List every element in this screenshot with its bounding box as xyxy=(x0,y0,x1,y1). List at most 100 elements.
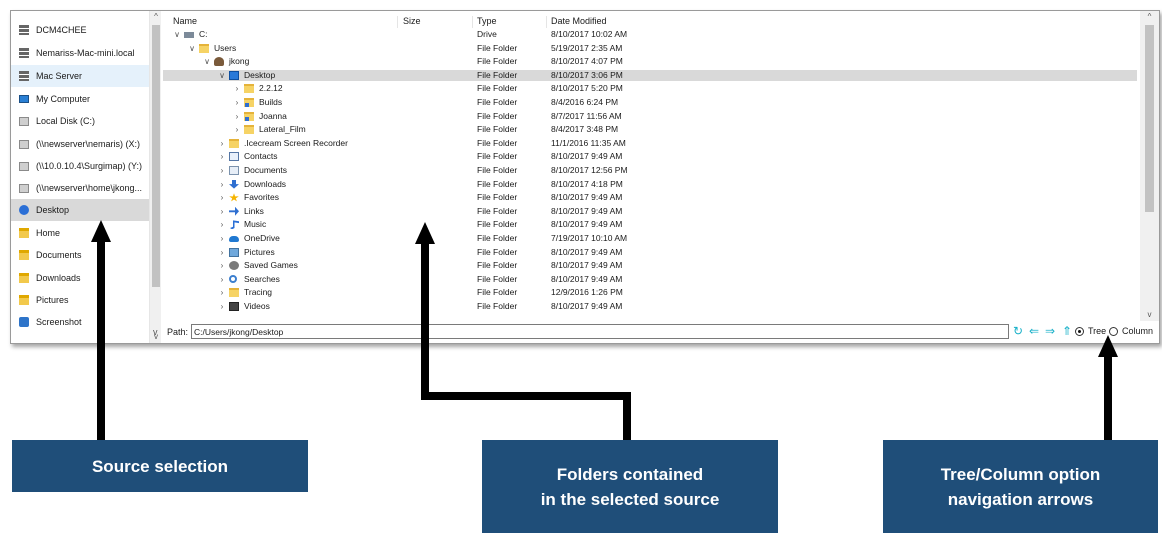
table-row[interactable]: › Downloads File Folder 8/10/2017 4:18 PM xyxy=(163,179,1137,190)
cell-type: File Folder xyxy=(477,219,518,230)
refresh-icon[interactable]: ↻ xyxy=(1013,324,1023,338)
chevron-down-icon[interactable]: ∨ xyxy=(218,70,226,81)
table-row[interactable]: › Documents File Folder 8/10/2017 12:56 PM xyxy=(163,165,1137,176)
folder-icon xyxy=(199,43,209,53)
scroll-up-arrow-icon[interactable]: ^ xyxy=(1140,11,1159,23)
back-arrow-icon[interactable]: ⇐ xyxy=(1029,324,1039,338)
table-row[interactable]: › OneDrive File Folder 7/19/2017 10:10 AM xyxy=(163,233,1137,244)
table-row[interactable]: ∨ Desktop File Folder 8/10/2017 3:06 PM xyxy=(163,69,1137,82)
sidebar-item-label: Mac Server xyxy=(36,71,83,81)
table-row[interactable]: › 2.2.12 File Folder 8/10/2017 5:20 PM xyxy=(163,83,1137,94)
scroll-down-arrow-icon[interactable]: v xyxy=(1140,309,1159,321)
chevron-right-icon[interactable]: › xyxy=(233,111,241,122)
chevron-down-icon[interactable]: ∨ xyxy=(188,43,196,54)
column-header-name[interactable]: Name xyxy=(173,16,398,28)
folder-icon xyxy=(19,273,29,283)
chevron-right-icon[interactable]: › xyxy=(218,138,226,149)
cell-date: 8/7/2017 11:56 AM xyxy=(551,110,622,121)
chevron-right-icon[interactable]: › xyxy=(218,151,226,162)
cell-type: File Folder xyxy=(477,233,518,243)
column-header-type[interactable]: Type xyxy=(477,16,547,28)
chevron-right-icon[interactable]: › xyxy=(218,192,226,203)
table-row[interactable]: › Links File Folder 8/10/2017 9:49 AM xyxy=(163,206,1137,217)
sidebar-collapse-chevron-icon[interactable]: v xyxy=(153,327,158,337)
chevron-right-icon[interactable]: › xyxy=(233,83,241,94)
sidebar-item-newserver-home-jkong[interactable]: (\\newserver\home\jkong... xyxy=(11,177,149,199)
sidebar-item-dcm4chee[interactable]: DCM4CHEE xyxy=(11,19,149,41)
desktop-icon xyxy=(229,70,239,80)
file-list-pane: Name Size Type Date Modified ∨ C: Drive 8/1… xyxy=(163,11,1159,321)
column-header-date[interactable]: Date Modified xyxy=(551,16,711,28)
chevron-right-icon[interactable]: › xyxy=(218,274,226,285)
sidebar-item-pictures[interactable]: Pictures xyxy=(11,289,149,311)
chevron-right-icon[interactable]: › xyxy=(218,247,226,258)
chevron-right-icon[interactable]: › xyxy=(218,179,226,190)
sidebar-item-label: Pictures xyxy=(36,295,69,305)
chevron-down-icon[interactable]: ∨ xyxy=(173,29,181,40)
cell-type: File Folder xyxy=(477,260,518,271)
scroll-up-arrow-icon[interactable]: ^ xyxy=(150,11,162,23)
table-row[interactable]: › Contacts File Folder 8/10/2017 9:49 AM xyxy=(163,151,1137,162)
table-row[interactable]: › Builds File Folder 8/4/2016 6:24 PM xyxy=(163,97,1137,108)
cloud-icon xyxy=(229,236,239,242)
file-list-scrollbar[interactable]: ^ v xyxy=(1140,11,1159,321)
chevron-down-icon[interactable]: ∨ xyxy=(203,56,211,67)
chevron-right-icon[interactable]: › xyxy=(218,301,226,312)
sidebar-item-10-0-10-4-surgimap-y[interactable]: (\\10.0.10.4\Surgimap) (Y:) xyxy=(11,155,149,177)
table-row[interactable]: › .Icecream Screen Recorder File Folder 11/… xyxy=(163,138,1137,149)
desktop-icon xyxy=(19,205,29,215)
sidebar-scrollbar[interactable]: ^ v xyxy=(149,11,161,343)
table-row[interactable]: ∨ jkong File Folder 8/10/2017 4:07 PM xyxy=(163,56,1137,67)
computer-icon xyxy=(19,95,29,103)
table-row[interactable]: › Pictures File Folder 8/10/2017 9:49 AM xyxy=(163,247,1137,258)
table-row[interactable]: › Searches File Folder 8/10/2017 9:49 AM xyxy=(163,274,1137,285)
cell-name: Links xyxy=(244,205,264,216)
chevron-right-icon[interactable]: › xyxy=(233,124,241,135)
sidebar-item-local-disk-c[interactable]: Local Disk (C:) xyxy=(11,110,149,132)
sidebar-item-home[interactable]: Home xyxy=(11,222,149,244)
sidebar-item-screenshot[interactable]: Screenshot xyxy=(11,311,149,333)
sidebar-item-downloads[interactable]: Downloads xyxy=(11,267,149,289)
chevron-right-icon[interactable]: › xyxy=(218,165,226,176)
folder-icon xyxy=(19,228,29,238)
cell-date: 8/10/2017 9:49 AM xyxy=(551,205,623,216)
sidebar-item-mac-server[interactable]: Mac Server xyxy=(11,65,149,87)
up-arrow-icon[interactable]: ⇑ xyxy=(1062,324,1072,338)
cell-name: Desktop xyxy=(244,69,276,80)
file-list-scroll-thumb[interactable] xyxy=(1145,25,1154,212)
cell-date: 8/10/2017 10:02 AM xyxy=(551,29,628,39)
download-icon xyxy=(229,179,239,189)
path-input[interactable] xyxy=(191,324,1009,339)
chevron-right-icon[interactable]: › xyxy=(218,233,226,244)
table-row[interactable]: › Joanna File Folder 8/7/2017 11:56 AM xyxy=(163,111,1137,122)
folders-callout-line2: in the selected source xyxy=(540,489,720,509)
chevron-right-icon[interactable]: › xyxy=(218,219,226,230)
column-header-size[interactable]: Size xyxy=(403,16,473,28)
folder-icon xyxy=(244,84,254,94)
chevron-right-icon[interactable]: › xyxy=(218,206,226,217)
sidebar-item-nemariss-mac-mini-local[interactable]: Nemariss-Mac-mini.local xyxy=(11,42,149,64)
source-sidebar: Screenshot Pictures Downloads Documents Home… xyxy=(11,11,161,343)
cell-date: 8/10/2017 9:49 AM xyxy=(551,151,623,162)
chevron-right-icon[interactable]: › xyxy=(218,260,226,271)
chevron-right-icon[interactable]: › xyxy=(233,97,241,108)
table-row[interactable]: ∨ C: Drive 8/10/2017 10:02 AM xyxy=(163,29,1137,40)
sidebar-item-my-computer[interactable]: My Computer xyxy=(11,88,149,110)
sidebar-scroll-thumb[interactable] xyxy=(152,25,160,287)
forward-arrow-icon[interactable]: ⇒ xyxy=(1045,324,1055,338)
table-row[interactable]: › Videos File Folder 8/10/2017 9:49 AM xyxy=(163,301,1137,312)
sidebar-item-documents[interactable]: Documents xyxy=(11,244,149,266)
sidebar-item-newserver-nemaris-x[interactable]: (\\newserver\nemaris) (X:) xyxy=(11,133,149,155)
sidebar-item-desktop[interactable]: Desktop xyxy=(11,199,149,221)
table-row[interactable]: › Tracing File Folder 12/9/2016 1:26 PM xyxy=(163,287,1137,298)
table-row[interactable]: › Saved Games File Folder 8/10/2017 9:49 AM xyxy=(163,260,1137,271)
search-icon xyxy=(229,274,237,283)
cell-name: Users xyxy=(214,42,237,53)
table-row[interactable]: ∨ Users File Folder 5/19/2017 2:35 AM xyxy=(163,43,1137,54)
table-row[interactable]: › Favorites File Folder 8/10/2017 9:49 AM xyxy=(163,192,1137,203)
table-row[interactable]: › Music File Folder 8/10/2017 9:49 AM xyxy=(163,219,1137,230)
chevron-right-icon[interactable]: › xyxy=(218,287,226,298)
network-drive-icon xyxy=(19,161,29,171)
table-row[interactable]: › Lateral_Film File Folder 8/4/2017 3:48 PM xyxy=(163,124,1137,135)
tree-view-radio[interactable] xyxy=(1075,327,1084,336)
